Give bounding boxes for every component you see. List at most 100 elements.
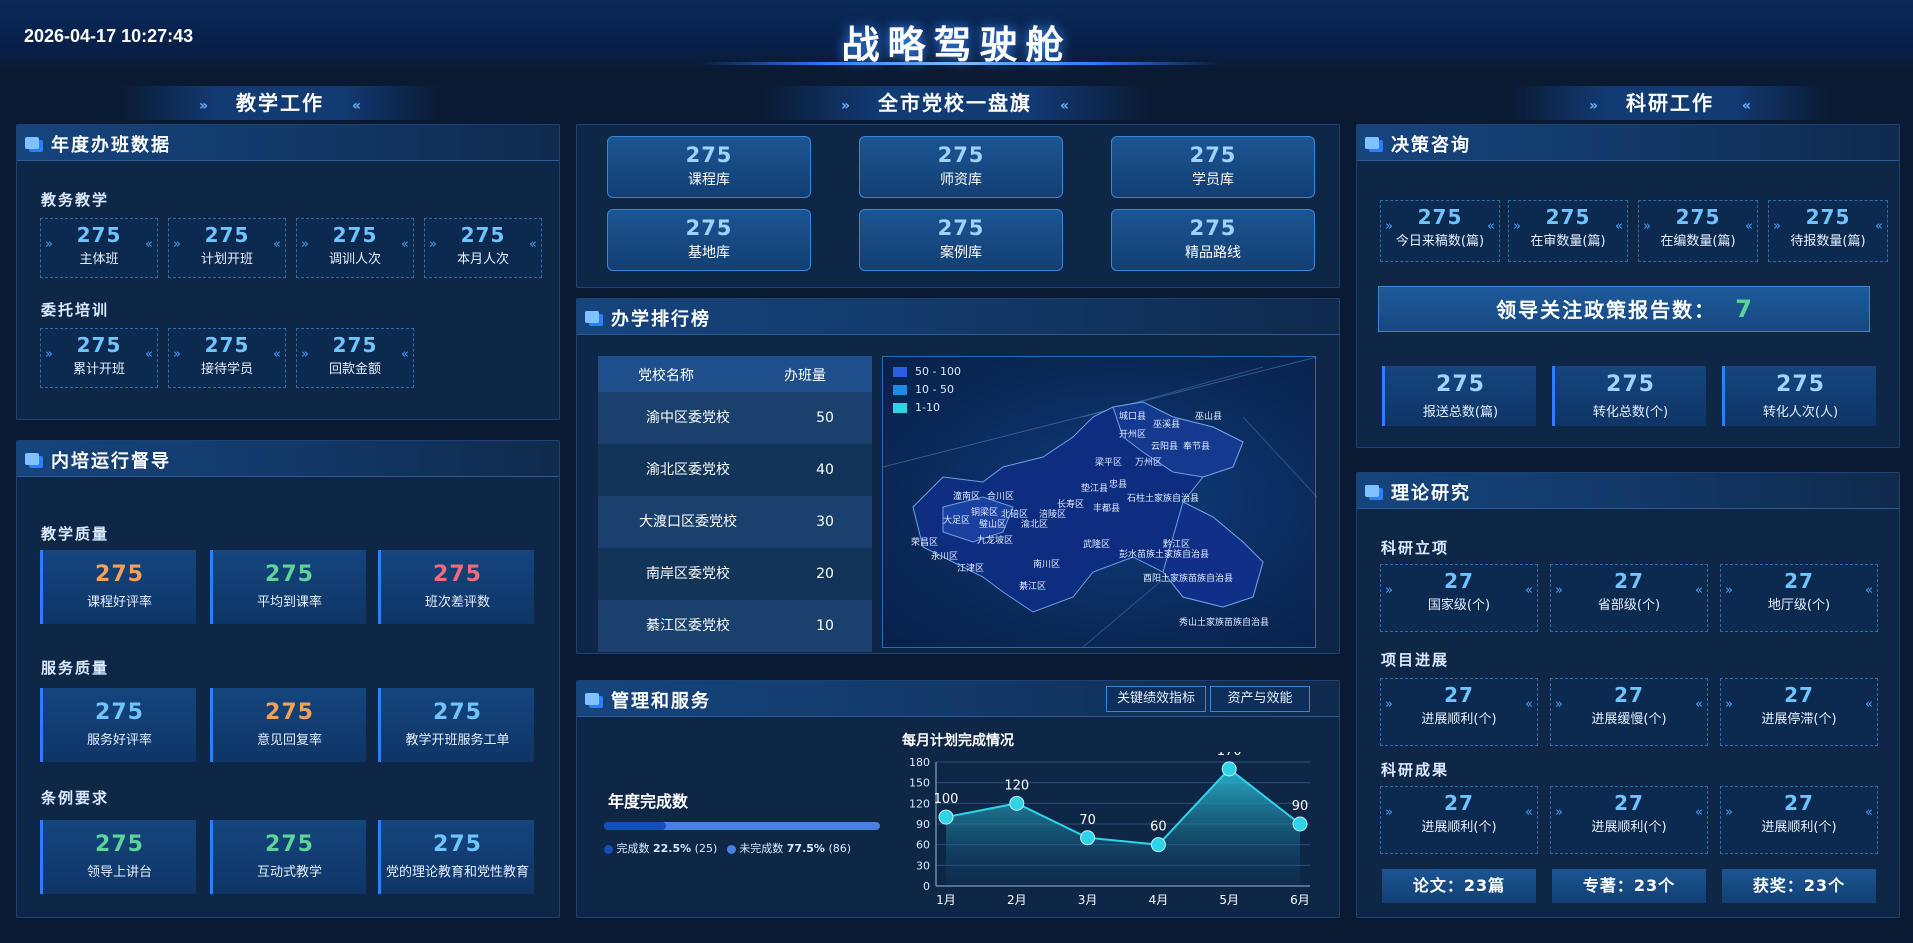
- map-container[interactable]: 50 - 100 10 - 50 1-10 城口县 巫溪县 巫山县 开州区 云阳县 奉节县…: [882, 356, 1317, 648]
- x-tick-label: 3月: [1078, 893, 1098, 907]
- decision-stat-card[interactable]: » « 275 在审数量(篇): [1508, 200, 1628, 262]
- section-title: 教学工作: [236, 91, 324, 115]
- data-point[interactable]: [1009, 795, 1025, 811]
- data-label: 70: [1079, 813, 1096, 828]
- research-project-card[interactable]: » « 27 地厅级(个): [1720, 564, 1878, 632]
- research-summary-box[interactable]: 专著：23个: [1552, 869, 1706, 903]
- card-label: 服务好评率: [86, 733, 152, 748]
- regulation-card[interactable]: 275 领导上讲台: [40, 820, 196, 894]
- chevron-left-icon: «: [1865, 805, 1873, 820]
- research-result-card[interactable]: » « 27 进展顺利(个): [1380, 786, 1538, 854]
- panel-icon: [585, 693, 599, 705]
- library-card[interactable]: 275 师资库: [859, 136, 1063, 198]
- class-count: 50: [816, 410, 834, 426]
- entrusted-stat-card[interactable]: » « 275 接待学员: [168, 328, 286, 388]
- x-tick-label: 2月: [1007, 893, 1027, 907]
- data-point[interactable]: [1150, 837, 1166, 853]
- research-result-card[interactable]: » « 27 进展顺利(个): [1720, 786, 1878, 854]
- district-label: 大足区: [943, 516, 971, 526]
- decision-total-card[interactable]: 275 报送总数(篇): [1382, 366, 1536, 426]
- legend-swatch-mid: [893, 385, 907, 395]
- annual-stat-card[interactable]: » « 275 主体班: [40, 218, 158, 278]
- entrusted-stat-card[interactable]: » « 275 累计开班: [40, 328, 158, 388]
- chevron-left-icon: «: [529, 237, 537, 252]
- completion-legend: 完成数 22.5% (25) 未完成数 77.5% (86): [604, 840, 851, 856]
- table-row[interactable]: 南岸区委党校 20: [598, 548, 872, 600]
- entrusted-stat-card[interactable]: » « 275 回款金额: [296, 328, 414, 388]
- regulation-card[interactable]: 275 互动式教学: [210, 820, 366, 894]
- data-label: 170: [1217, 752, 1242, 759]
- library-card[interactable]: 275 课程库: [607, 136, 811, 198]
- district-label: 垫江县: [1081, 484, 1109, 494]
- x-tick-label: 6月: [1290, 893, 1310, 907]
- district-label: 云阳县: [1151, 442, 1179, 452]
- decision-total-card[interactable]: 275 转化总数(个): [1552, 366, 1706, 426]
- data-point[interactable]: [1080, 830, 1096, 846]
- district-label: 酉阳土家族苗族自治县: [1143, 574, 1234, 584]
- library-name: 师资库: [940, 172, 982, 188]
- data-label: 100: [934, 792, 959, 807]
- card-label: 今日来稿数(篇): [1395, 234, 1485, 249]
- data-label: 120: [1004, 778, 1029, 793]
- service-quality-card[interactable]: 275 意见回复率: [210, 688, 366, 762]
- decision-stat-card[interactable]: » « 275 今日来稿数(篇): [1380, 200, 1500, 262]
- district-label: 武隆区: [1083, 540, 1111, 550]
- service-quality-card[interactable]: 275 服务好评率: [40, 688, 196, 762]
- research-summary-box[interactable]: 论文：23篇: [1382, 869, 1536, 903]
- card-value: 275: [95, 700, 144, 725]
- chevron-right-icon: »: [1513, 219, 1521, 234]
- data-point[interactable]: [1292, 816, 1308, 832]
- district-label: 綦江区: [1019, 582, 1047, 592]
- library-card[interactable]: 275 精品路线: [1111, 209, 1315, 271]
- research-progress-card[interactable]: » « 27 进展顺利(个): [1380, 678, 1538, 746]
- research-summary-box[interactable]: 获奖：23个: [1722, 869, 1876, 903]
- monthly-completion-chart: 0 30 60 90 120 150 180 100 1月 120 2月 70 3月 60 4月 170 5月 9…: [909, 752, 1310, 907]
- data-point[interactable]: [938, 809, 954, 825]
- table-row[interactable]: 渝北区委党校 40: [598, 444, 872, 496]
- card-value: 27: [1614, 569, 1644, 593]
- card-value: 275: [265, 562, 314, 587]
- chevron-right-icon: »: [1385, 805, 1393, 820]
- research-progress-card[interactable]: » « 27 进展停滞(个): [1720, 678, 1878, 746]
- tab-kpi[interactable]: 关键绩效指标: [1106, 686, 1206, 712]
- card-value: 275: [433, 562, 482, 587]
- district-label: 江津区: [957, 564, 985, 574]
- class-count: 40: [816, 462, 834, 478]
- tab-assets[interactable]: 资产与效能: [1210, 686, 1310, 712]
- annual-stat-card[interactable]: » « 275 本月人次: [424, 218, 542, 278]
- decision-total-card[interactable]: 275 转化人次(人): [1722, 366, 1876, 426]
- school-name: 渝北区委党校: [646, 462, 730, 478]
- teaching-quality-card[interactable]: 275 课程好评率: [40, 550, 196, 624]
- card-label: 省部级(个): [1597, 598, 1661, 613]
- card-label: 进展顺利(个): [1421, 712, 1497, 727]
- subtitle-service-quality: 服务质量: [41, 659, 110, 677]
- subtitle-progress: 项目进展: [1381, 651, 1450, 669]
- decision-stat-card[interactable]: » « 275 待报数量(篇): [1768, 200, 1888, 262]
- card-value: 27: [1614, 791, 1644, 815]
- y-tick-label: 120: [909, 797, 930, 810]
- library-card[interactable]: 275 案例库: [859, 209, 1063, 271]
- annual-stat-card[interactable]: » « 275 计划开班: [168, 218, 286, 278]
- research-result-card[interactable]: » « 27 进展顺利(个): [1550, 786, 1708, 854]
- library-card[interactable]: 275 学员库: [1111, 136, 1315, 198]
- regulation-card[interactable]: 275 党的理论教育和党性教育: [378, 820, 534, 894]
- teaching-quality-card[interactable]: 275 班次差评数: [378, 550, 534, 624]
- card-label: 转化总数(个): [1592, 405, 1669, 420]
- research-project-card[interactable]: » « 27 省部级(个): [1550, 564, 1708, 632]
- x-tick-label: 4月: [1149, 893, 1169, 907]
- table-row[interactable]: 渝中区委党校 50: [598, 392, 872, 444]
- panel-title-bar: 理论研究: [1357, 473, 1899, 509]
- decision-stat-card[interactable]: » « 275 在编数量(篇): [1638, 200, 1758, 262]
- table-row[interactable]: 大渡口区委党校 30: [598, 496, 872, 548]
- research-project-card[interactable]: » « 27 国家级(个): [1380, 564, 1538, 632]
- table-row[interactable]: 綦江区委党校 10: [598, 600, 872, 652]
- chevron-right-icon: »: [1385, 697, 1393, 712]
- card-value: 275: [95, 832, 144, 857]
- service-quality-card[interactable]: 275 教学开班服务工单: [378, 688, 534, 762]
- legend-label: 1-10: [915, 401, 940, 414]
- library-card[interactable]: 275 基地库: [607, 209, 811, 271]
- research-progress-card[interactable]: » « 27 进展缓慢(个): [1550, 678, 1708, 746]
- teaching-quality-card[interactable]: 275 平均到课率: [210, 550, 366, 624]
- data-point[interactable]: [1221, 761, 1237, 777]
- annual-stat-card[interactable]: » « 275 调训人次: [296, 218, 414, 278]
